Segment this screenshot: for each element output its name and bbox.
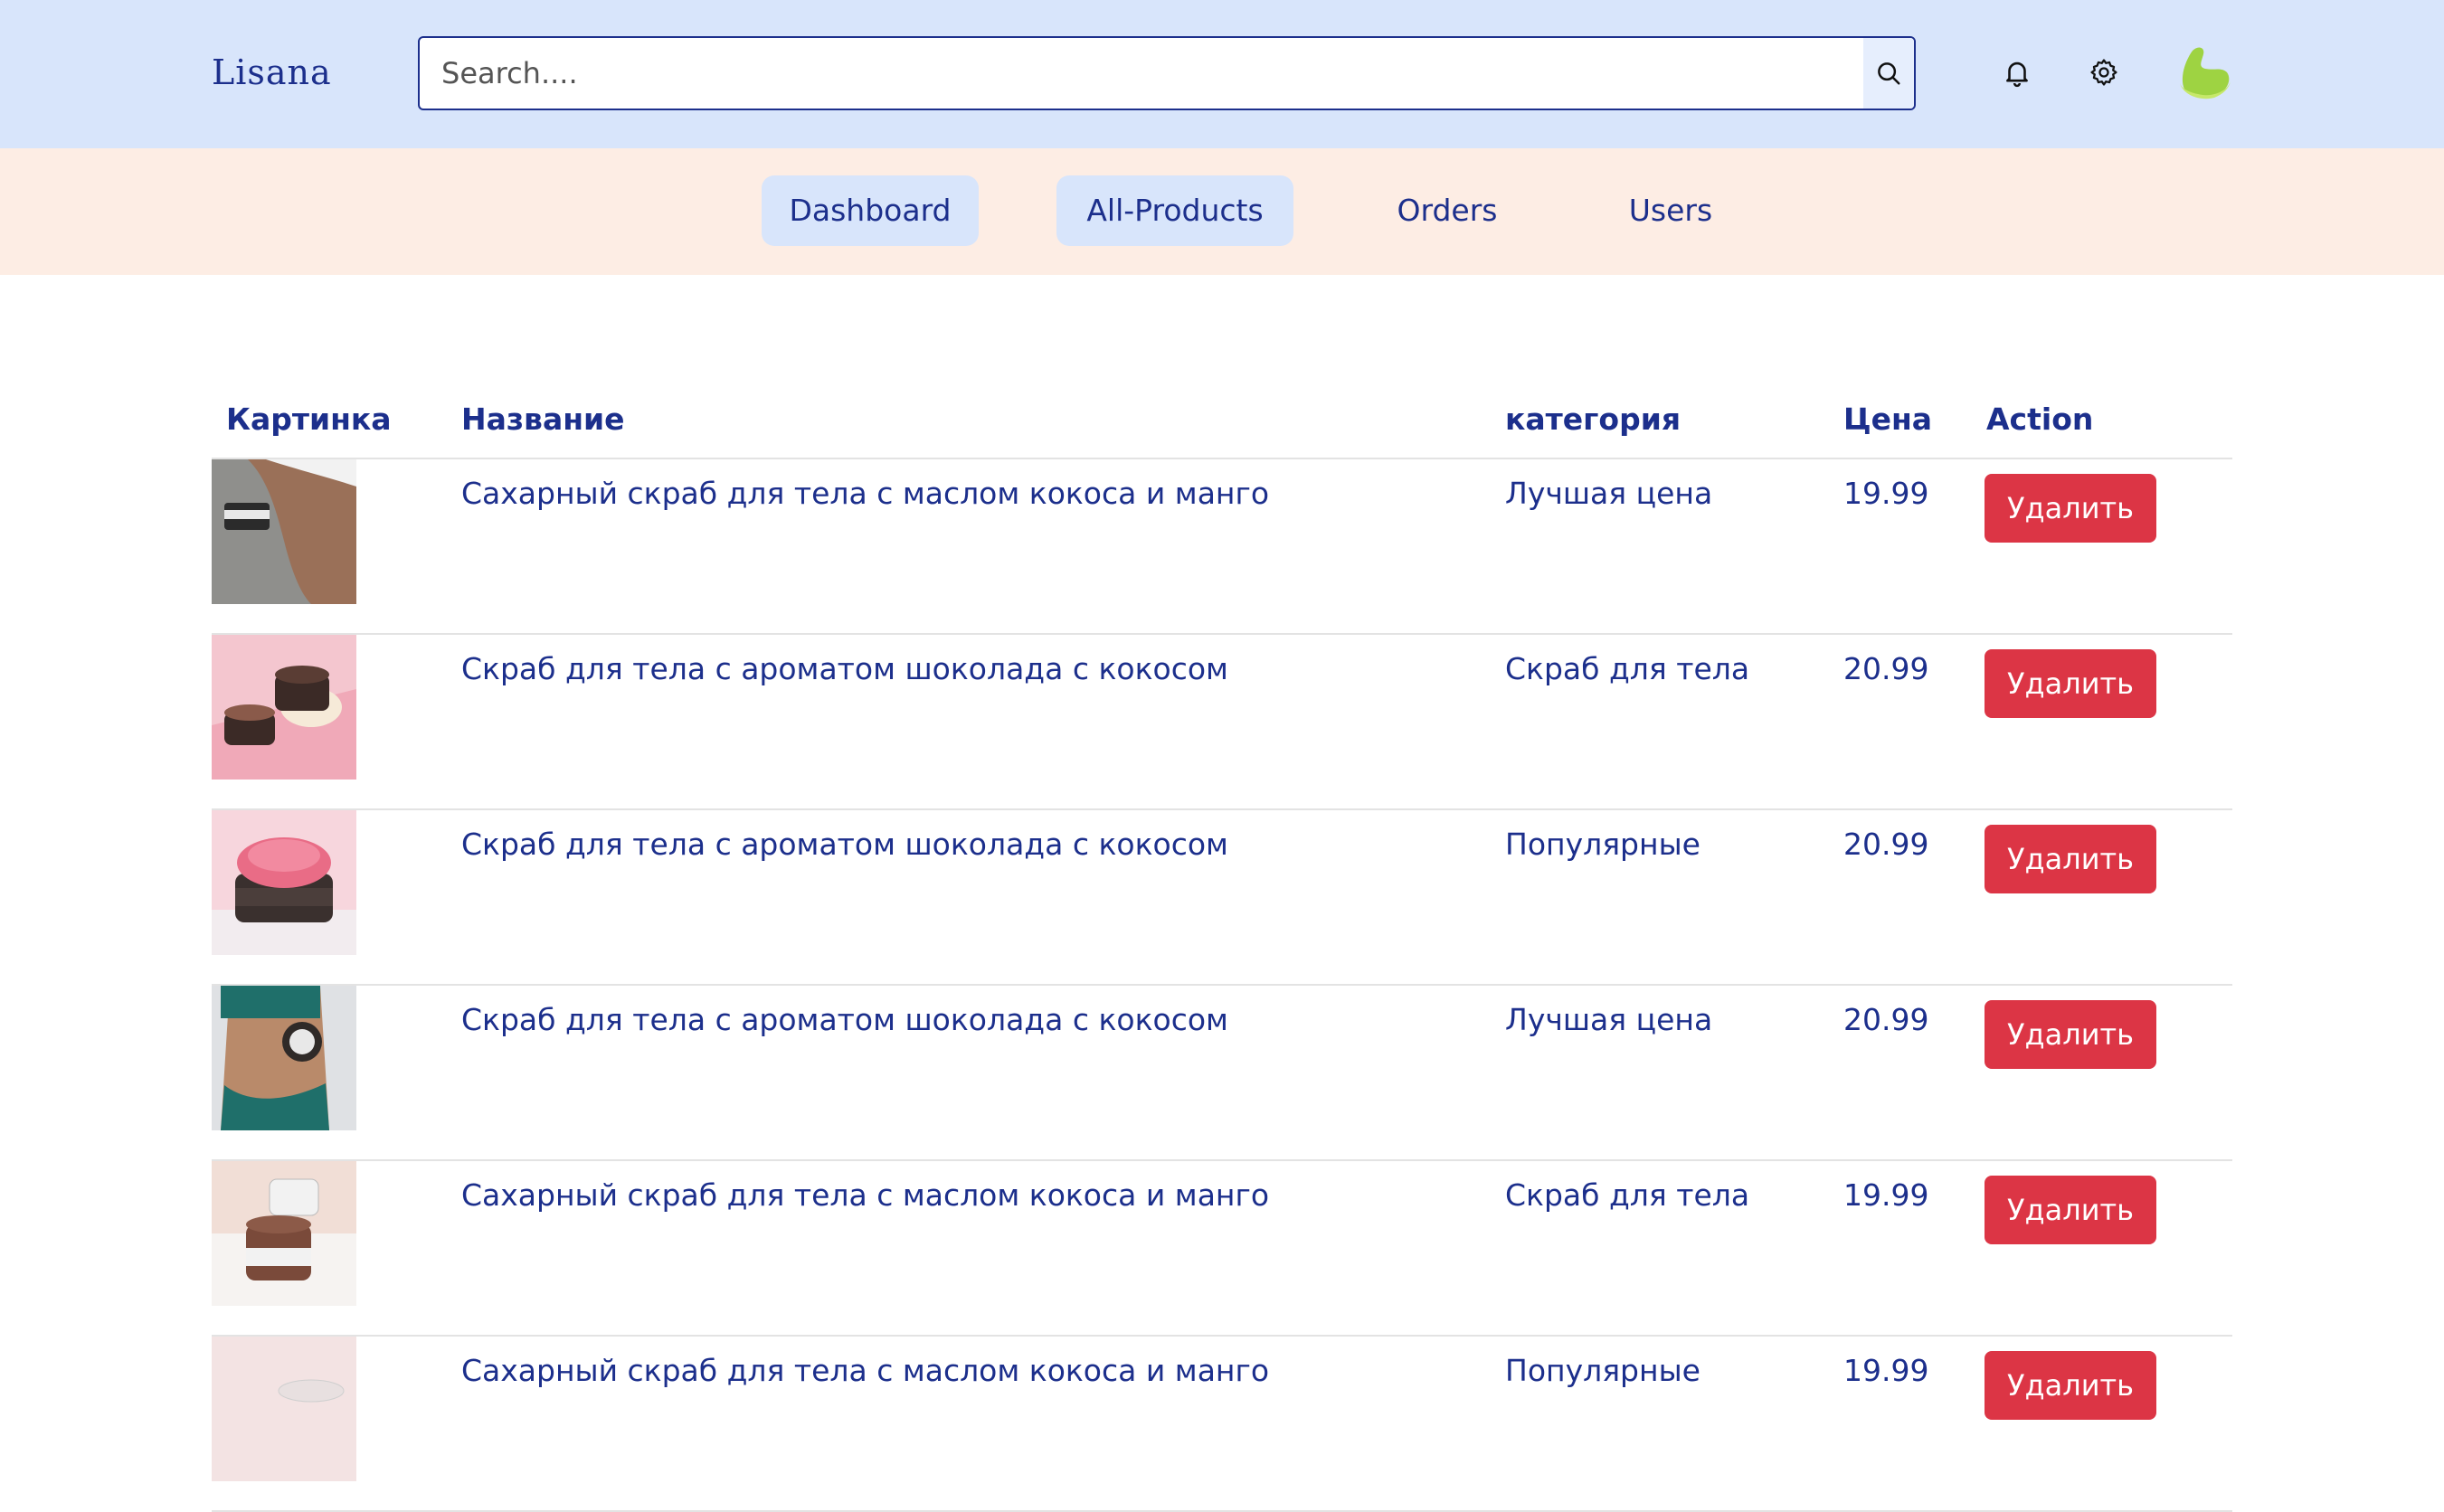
product-price: 19.99 bbox=[1843, 1353, 1929, 1388]
table-header: Картинка Название категория Цена Action bbox=[212, 389, 2232, 459]
notifications-button[interactable] bbox=[1997, 52, 2037, 92]
product-category: Лучшая цена bbox=[1505, 1002, 1713, 1037]
product-price: 19.99 bbox=[1843, 476, 1929, 511]
product-price: 20.99 bbox=[1843, 1002, 1929, 1037]
table-row: Скраб для тела с ароматом шоколада с кок… bbox=[212, 986, 2232, 1161]
main-nav: Dashboard All-Products Orders Users bbox=[0, 148, 2444, 275]
delete-button[interactable]: Удалить bbox=[1985, 1000, 2156, 1069]
product-name[interactable]: Скраб для тела с ароматом шоколада с кок… bbox=[461, 827, 1228, 862]
gear-icon bbox=[2090, 59, 2117, 86]
nav-dashboard[interactable]: Dashboard bbox=[762, 175, 979, 246]
table-row: Скраб для тела с ароматом шоколада с кок… bbox=[212, 810, 2232, 986]
delete-button[interactable]: Удалить bbox=[1985, 649, 2156, 718]
product-category: Популярные bbox=[1505, 1353, 1700, 1388]
product-image bbox=[212, 986, 356, 1130]
product-name[interactable]: Сахарный скраб для тела с маслом кокоса … bbox=[461, 476, 1269, 511]
search-icon bbox=[1878, 62, 1900, 85]
header-image: Картинка bbox=[226, 402, 392, 437]
product-name[interactable]: Сахарный скраб для тела с маслом кокоса … bbox=[461, 1177, 1269, 1213]
header-price: Цена bbox=[1843, 402, 1933, 437]
brand-logo[interactable]: Lisana bbox=[212, 52, 332, 92]
product-name[interactable]: Скраб для тела с ароматом шоколада с кок… bbox=[461, 1002, 1228, 1037]
product-image bbox=[212, 1161, 356, 1306]
product-category: Скраб для тела bbox=[1505, 1177, 1750, 1213]
search-button[interactable] bbox=[1863, 38, 1914, 109]
header-action: Action bbox=[1986, 402, 2094, 437]
top-header: Lisana bbox=[0, 0, 2444, 148]
product-price: 20.99 bbox=[1843, 651, 1929, 686]
header-name: Название bbox=[461, 402, 625, 437]
product-image bbox=[212, 1337, 356, 1481]
search-bar bbox=[418, 36, 1916, 110]
nav-users[interactable]: Users bbox=[1603, 175, 1738, 246]
nav-orders[interactable]: Orders bbox=[1375, 175, 1520, 246]
header-category: категория bbox=[1505, 402, 1681, 437]
delete-button[interactable]: Удалить bbox=[1985, 1351, 2156, 1420]
product-category: Популярные bbox=[1505, 827, 1700, 862]
product-name[interactable]: Сахарный скраб для тела с маслом кокоса … bbox=[461, 1353, 1269, 1388]
avatar[interactable] bbox=[2174, 42, 2232, 105]
delete-button[interactable]: Удалить bbox=[1985, 825, 2156, 893]
settings-button[interactable] bbox=[2084, 52, 2124, 92]
table-row: Сахарный скраб для тела с маслом кокоса … bbox=[212, 459, 2232, 635]
delete-button[interactable]: Удалить bbox=[1985, 1176, 2156, 1244]
delete-button[interactable]: Удалить bbox=[1985, 474, 2156, 543]
product-image bbox=[212, 635, 356, 780]
product-name[interactable]: Скраб для тела с ароматом шоколада с кок… bbox=[461, 651, 1228, 686]
nav-all-products[interactable]: All-Products bbox=[1056, 175, 1293, 246]
product-category: Лучшая цена bbox=[1505, 476, 1713, 511]
table-row: Сахарный скраб для тела с маслом кокоса … bbox=[212, 1161, 2232, 1337]
product-category: Скраб для тела bbox=[1505, 651, 1750, 686]
search-input[interactable] bbox=[420, 38, 1867, 109]
table-row: Сахарный скраб для тела с маслом кокоса … bbox=[212, 1337, 2232, 1512]
product-image bbox=[212, 810, 356, 955]
table-row: Скраб для тела с ароматом шоколада с кок… bbox=[212, 635, 2232, 810]
products-table: Картинка Название категория Цена Action … bbox=[212, 389, 2232, 1512]
bell-icon bbox=[2006, 61, 2028, 88]
product-price: 19.99 bbox=[1843, 1177, 1929, 1213]
product-price: 20.99 bbox=[1843, 827, 1929, 862]
product-image bbox=[212, 459, 356, 604]
